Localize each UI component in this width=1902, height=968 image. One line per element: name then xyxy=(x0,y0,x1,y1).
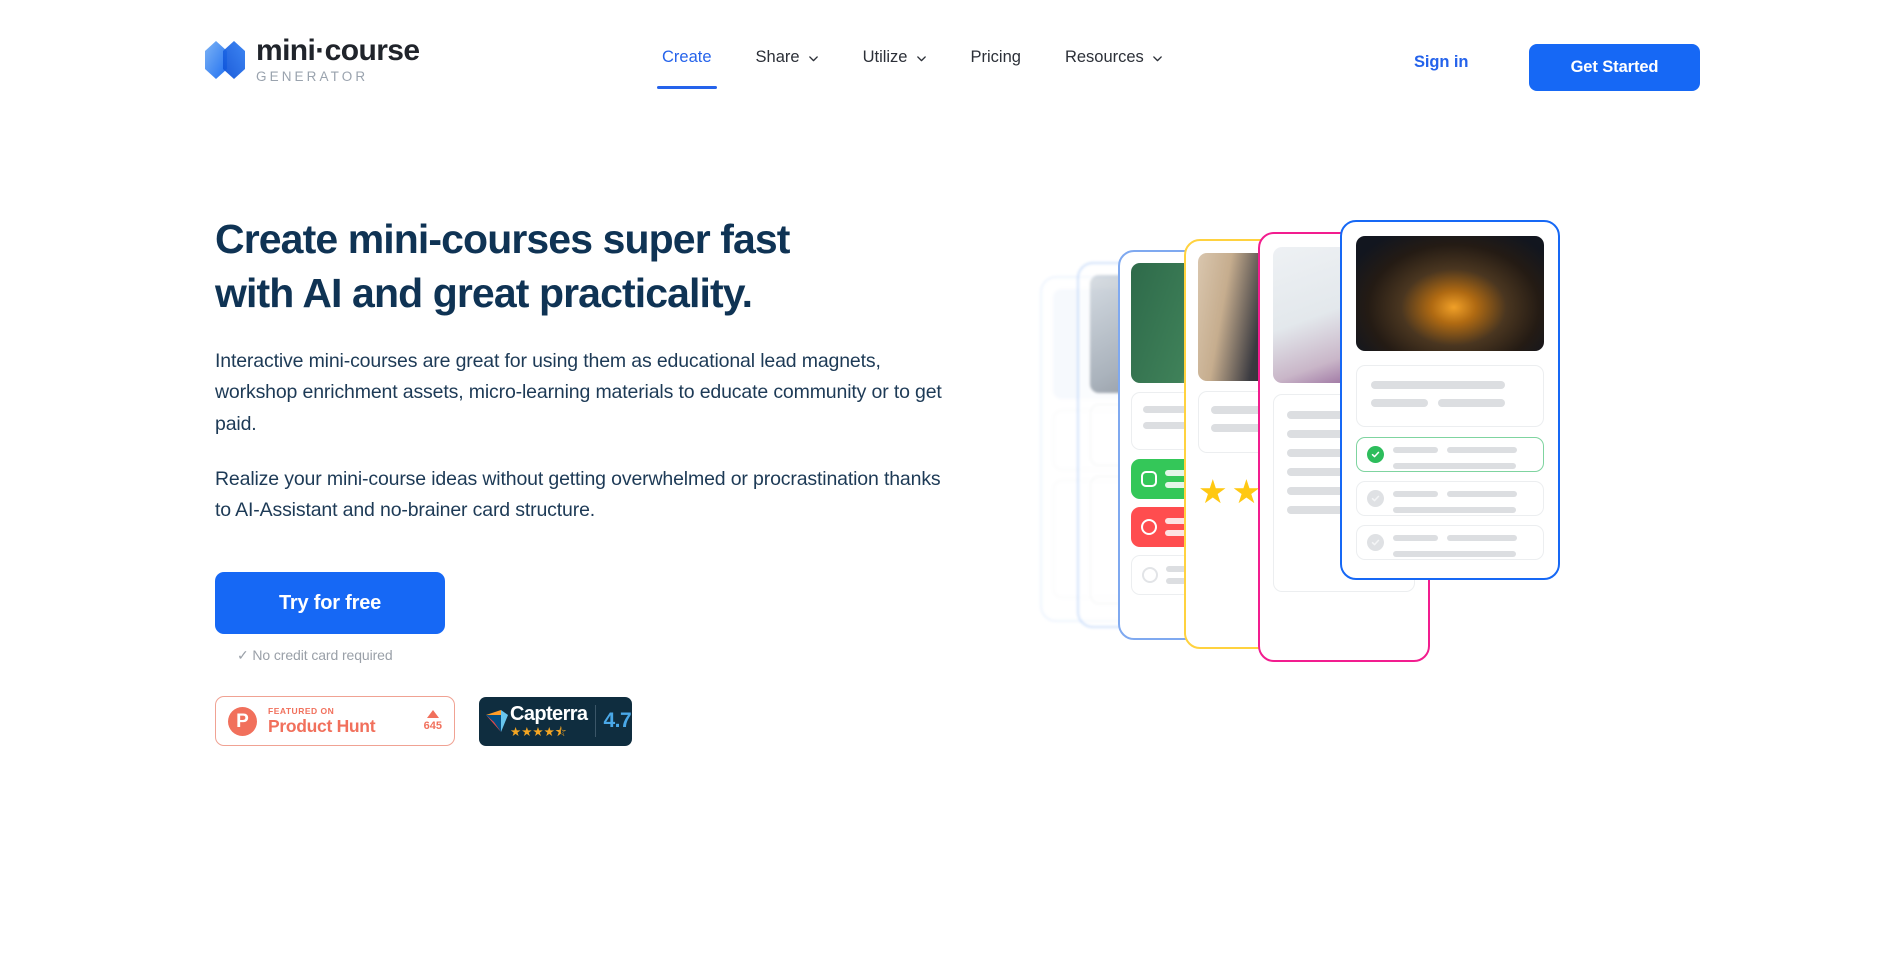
capterra-divider xyxy=(595,705,597,738)
active-nav-underline xyxy=(657,86,717,89)
badge-row: P FEATURED ON Product Hunt 645 Capterra … xyxy=(215,696,955,747)
nav-label: Create xyxy=(662,48,712,66)
capterra-badge[interactable]: Capterra ★★★★⯪ 4.7 xyxy=(479,696,632,746)
walle-robot-photo xyxy=(1356,236,1544,351)
capterra-name: Capterra xyxy=(510,702,588,725)
headline-line-2: with AI and great practicality. xyxy=(215,270,753,317)
headline-line-1: Create mini-courses super fast xyxy=(215,216,790,262)
nav-item-create[interactable]: Create xyxy=(640,48,734,89)
get-started-button[interactable]: Get Started xyxy=(1529,44,1700,91)
nav-label: Resources xyxy=(1064,48,1144,66)
chevron-down-icon xyxy=(916,53,927,64)
card-walle-checklist xyxy=(1340,220,1560,580)
try-for-free-button[interactable]: Try for free xyxy=(215,572,445,635)
brand-subtitle: GENERATOR xyxy=(256,69,369,84)
nav-item-pricing[interactable]: Pricing xyxy=(949,48,1043,89)
chevron-down-icon xyxy=(808,53,819,64)
text-placeholder-block xyxy=(1356,365,1544,427)
product-hunt-upvote-count: 645 xyxy=(423,720,442,733)
hero-paragraph-1: Interactive mini-courses are great for u… xyxy=(215,350,942,435)
no-credit-card-note: ✓ No credit card required xyxy=(237,647,393,664)
nav-label: Share xyxy=(755,48,800,66)
option-correct xyxy=(1356,437,1544,472)
chevron-down-icon xyxy=(1152,53,1163,64)
capterra-score: 4.7 xyxy=(603,709,632,733)
brand-name: mini·course xyxy=(256,34,420,67)
mini-course-card-stack: ★★ xyxy=(1040,220,1740,690)
check-circle-icon xyxy=(1367,534,1384,551)
nav-item-utilize[interactable]: Utilize xyxy=(841,48,949,89)
nav-item-share[interactable]: Share xyxy=(734,48,841,89)
product-hunt-name: Product Hunt xyxy=(268,716,376,737)
sign-in-link[interactable]: Sign in xyxy=(1414,53,1468,72)
check-circle-icon xyxy=(1367,446,1384,463)
nav-item-resources[interactable]: Resources xyxy=(1043,48,1185,89)
hero-section: Create mini-courses super fast with AI a… xyxy=(215,212,955,747)
main-navigation: Create Share Utilize Pricing Resources xyxy=(640,48,1185,89)
product-hunt-badge[interactable]: P FEATURED ON Product Hunt 645 xyxy=(215,696,455,747)
site-header: mini·course GENERATOR Create Share Utili… xyxy=(0,0,1902,108)
option-inactive xyxy=(1356,481,1544,516)
brand-logo[interactable]: mini·course GENERATOR xyxy=(203,34,420,84)
nav-label: Pricing xyxy=(970,48,1021,66)
option-inactive xyxy=(1356,525,1544,560)
nav-label: Utilize xyxy=(862,48,908,66)
minicourse-logo-icon xyxy=(203,39,247,81)
product-hunt-upvote: 645 xyxy=(424,710,442,732)
capterra-stars: ★★★★⯪ xyxy=(510,724,567,739)
product-hunt-icon: P xyxy=(228,706,257,736)
check-circle-icon xyxy=(1367,490,1384,507)
hero-paragraph-2: Realize your mini-course ideas without g… xyxy=(215,467,941,521)
page-title: Create mini-courses super fast with AI a… xyxy=(215,212,955,320)
product-hunt-featured-label: FEATURED ON xyxy=(268,705,335,716)
upvote-triangle-icon xyxy=(426,710,439,719)
capterra-flag-icon xyxy=(485,708,509,734)
